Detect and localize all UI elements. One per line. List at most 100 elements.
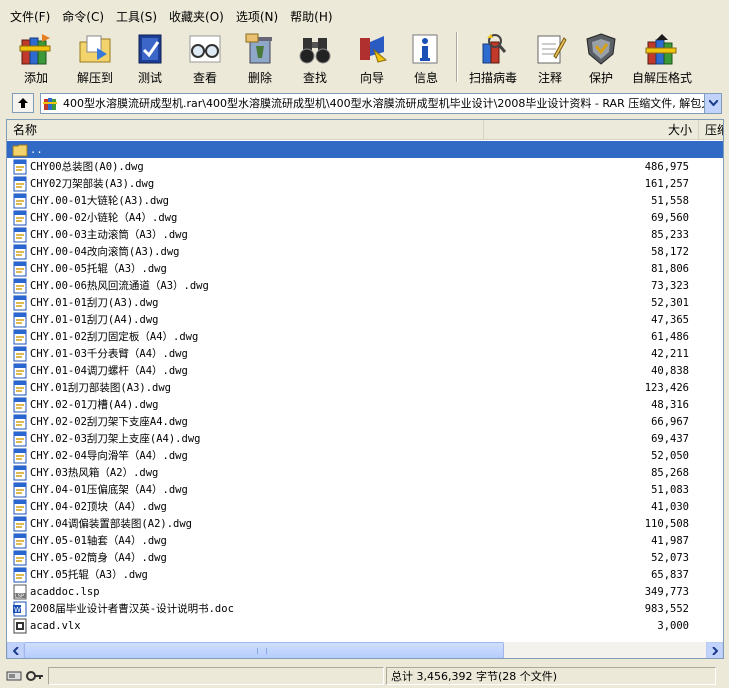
file-row[interactable]: CHY.00-04改向滚筒(A3).dwg 58,172 [7,243,723,260]
file-name: CHY.01-03千分表臂（A4）.dwg [30,348,188,360]
file-size: 51,558 [651,194,689,207]
file-row[interactable]: CHY.05-01轴套（A4）.dwg 41,987 [7,532,723,549]
file-size: 85,268 [651,466,689,479]
file-name: CHY.00-03主动滚筒（A3）.dwg [30,229,188,241]
scroll-right-button[interactable] [706,642,723,658]
file-row[interactable]: CHY00总装图(A0).dwg 486,975 [7,158,723,175]
view-button[interactable]: 查看 [176,30,234,86]
toolbar-separator [456,32,458,82]
file-size: 52,301 [651,296,689,309]
parent-folder-row[interactable]: .. [7,141,723,158]
menu-help[interactable]: 帮助(H) [284,8,338,25]
status-bar: 总计 3,456,392 字节(28 个文件) [0,664,729,688]
dwg-file-icon [13,346,27,361]
file-size: 65,837 [651,568,689,581]
virus-scan-icon [473,30,513,67]
virus-scan-button[interactable]: 扫描病毒 [462,30,524,86]
info-button[interactable]: 信息 [400,30,452,86]
file-row[interactable]: CHY.00-05托辊（A3）.dwg 81,806 [7,260,723,277]
info-label: 信息 [413,71,438,85]
file-size: 983,552 [644,602,689,615]
file-row[interactable]: LSP acaddoc.lsp 349,773 [7,583,723,600]
column-name-header[interactable]: 名称 [7,120,484,139]
dwg-file-icon [13,499,27,514]
menu-favorites[interactable]: 收藏夹(O) [163,8,230,25]
scroll-thumb[interactable] [24,642,504,658]
file-row[interactable]: W 2008届毕业设计者曹汉英-设计说明书.doc 983,552 [7,600,723,617]
file-row[interactable]: CHY.03热风箱（A2）.dwg 85,268 [7,464,723,481]
add-label: 添加 [23,71,48,85]
file-row[interactable]: CHY.02-03刮刀架上支座(A4).dwg 69,437 [7,430,723,447]
sfx-label: 自解压格式 [631,71,692,85]
column-packed-header[interactable]: 压缩 [699,120,723,139]
column-size-header[interactable]: 大小 [484,120,699,139]
file-row[interactable]: CHY.01-02刮刀固定板（A4）.dwg 61,486 [7,328,723,345]
address-dropdown-button[interactable] [704,93,721,113]
up-folder-button[interactable] [12,93,34,113]
file-list: 名称 大小 压缩 .. CHY00总装图(A0).dwg 486,975 CHY02… [6,119,724,659]
comment-button[interactable]: 注释 [524,30,576,86]
scroll-track[interactable] [24,642,706,658]
dwg-file-icon [13,431,27,446]
drive-icon [6,671,22,681]
file-row[interactable]: CHY.05-02筒身（A4）.dwg 52,073 [7,549,723,566]
file-size: 52,050 [651,449,689,462]
extract-to-button[interactable]: 解压到 [66,30,124,86]
file-row[interactable]: acad.vlx 3,000 [7,617,723,634]
file-row[interactable]: CHY.01-04调刀螺杆（A4）.dwg 40,838 [7,362,723,379]
file-row[interactable]: CHY.01-01刮刀(A3).dwg 52,301 [7,294,723,311]
file-row[interactable]: CHY.00-03主动滚筒（A3）.dwg 85,233 [7,226,723,243]
file-row[interactable]: CHY.04-01压偏底架（A4）.dwg 51,083 [7,481,723,498]
test-book-icon [130,30,170,67]
horizontal-scrollbar[interactable] [7,642,723,658]
sfx-books-icon [642,30,682,67]
menu-bar: 文件(F) 命令(C) 工具(S) 收藏夹(O) 选项(N) 帮助(H) [0,6,729,26]
file-row[interactable]: CHY.04-02顶块（A4）.dwg 41,030 [7,498,723,515]
file-row[interactable]: CHY.04调偏装置部装图(A2).dwg 110,508 [7,515,723,532]
file-row[interactable]: CHY.01刮刀部装图(A3).dwg 123,426 [7,379,723,396]
find-button[interactable]: 查找 [286,30,344,86]
file-name: CHY.05-01轴套（A4）.dwg [30,535,167,547]
file-size: 51,083 [651,483,689,496]
add-button[interactable]: 添加 [6,30,66,86]
wizard-button[interactable]: 向导 [344,30,400,86]
menu-command[interactable]: 命令(C) [56,8,110,25]
folder-icon [12,144,28,156]
file-row[interactable]: CHY.02-04导向滑竿（A4）.dwg 52,050 [7,447,723,464]
protect-button[interactable]: 保护 [576,30,626,86]
delete-button[interactable]: 删除 [234,30,286,86]
file-size: 161,257 [644,177,689,190]
dwg-file-icon [13,295,27,310]
dwg-file-icon [13,550,27,565]
file-name: CHY.00-02小链轮（A4）.dwg [30,212,178,224]
svg-text:W: W [14,606,21,614]
file-row[interactable]: CHY02刀架部装(A3).dwg 161,257 [7,175,723,192]
file-row[interactable]: CHY.01-03千分表臂（A4）.dwg 42,211 [7,345,723,362]
file-row[interactable]: CHY.01-01刮刀(A4).dwg 47,365 [7,311,723,328]
dwg-file-icon [13,380,27,395]
test-button[interactable]: 测试 [124,30,176,86]
dwg-file-icon [13,465,27,480]
doc-file-icon: W [13,601,27,616]
file-size: 48,316 [651,398,689,411]
chevron-down-icon [708,100,718,106]
file-row[interactable]: CHY.02-02刮刀架下支座A4.dwg 66,967 [7,413,723,430]
address-field[interactable]: 400型水溶膜流研成型机.rar\400型水溶膜流研成型机\400型水溶膜流研成… [40,92,722,114]
dwg-file-icon [13,278,27,293]
menu-file[interactable]: 文件(F) [4,8,56,25]
scroll-left-button[interactable] [7,642,24,658]
menu-tools[interactable]: 工具(S) [110,8,163,25]
file-row[interactable]: CHY.05托辊（A3）.dwg 65,837 [7,566,723,583]
delete-label: 删除 [247,71,272,85]
file-size: 61,486 [651,330,689,343]
menu-options[interactable]: 选项(N) [230,8,284,25]
dwg-file-icon [13,329,27,344]
file-row[interactable]: CHY.02-01刀槽(A4).dwg 48,316 [7,396,723,413]
dwg-file-icon [13,210,27,225]
file-row[interactable]: CHY.00-06热风回流通道（A3）.dwg 73,323 [7,277,723,294]
sfx-button[interactable]: 自解压格式 [626,30,698,86]
view-label: 查看 [192,71,217,85]
file-row[interactable]: CHY.00-01大链轮(A3).dwg 51,558 [7,192,723,209]
dwg-file-icon [13,414,27,429]
file-row[interactable]: CHY.00-02小链轮（A4）.dwg 69,560 [7,209,723,226]
